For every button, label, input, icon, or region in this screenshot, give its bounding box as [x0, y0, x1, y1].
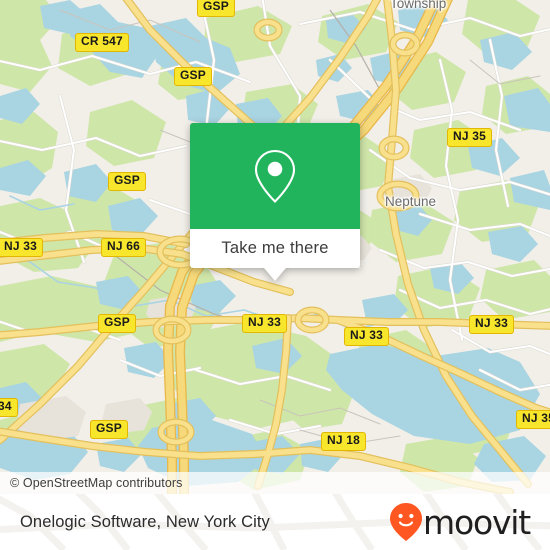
location-pin-icon [254, 149, 296, 203]
shield-nj-35-upper: NJ 35 [447, 128, 493, 147]
shield-gsp-lower-left: GSP [98, 314, 136, 333]
moovit-smiley-pin-icon [390, 503, 423, 541]
location-title: Onelogic Software, New York City [20, 512, 270, 531]
neptune-label: Neptune [385, 194, 437, 209]
shield-nj-33-right: NJ 33 [469, 315, 515, 334]
shield-nj-35-bottom: NJ 35 [516, 410, 550, 429]
shield-cr-547: CR 547 [75, 33, 129, 52]
shield-nj-18: NJ 18 [321, 432, 367, 451]
osm-attribution-text[interactable]: © OpenStreetMap contributors [0, 476, 183, 490]
map-viewport[interactable]: .land{fill:#f2efe9} .green{fill:#cfe6a9}… [0, 0, 550, 494]
location-popup[interactable]: Take me there [190, 123, 360, 281]
shield-gsp-upper: GSP [174, 67, 212, 86]
shield-gsp-mid-left: GSP [108, 172, 146, 191]
moovit-brand[interactable]: moovit [389, 502, 534, 542]
popup-tail-arrow [264, 268, 286, 281]
shield-nj-33-center: NJ 33 [242, 314, 288, 333]
moovit-wordmark: moovit [423, 502, 531, 542]
footer-bar: Onelogic Software, New York City moovit [0, 494, 550, 550]
shield-nj-34: 34 [0, 398, 18, 417]
popup-footer[interactable]: Take me there [190, 229, 360, 281]
moovit-map-screenshot: .land{fill:#f2efe9} .green{fill:#cfe6a9}… [0, 0, 550, 550]
take-me-there-label: Take me there [221, 239, 329, 257]
popup-header [190, 123, 360, 229]
shield-gsp-bottom: GSP [90, 420, 128, 439]
township-label: Township [390, 0, 447, 11]
shield-gsp-top: GSP [197, 0, 235, 17]
shield-nj-66: NJ 66 [101, 238, 147, 257]
shield-nj-33-mid: NJ 33 [344, 327, 390, 346]
map-attribution-bar: © OpenStreetMap contributors [0, 472, 550, 494]
shield-nj-33-left: NJ 33 [0, 238, 44, 257]
